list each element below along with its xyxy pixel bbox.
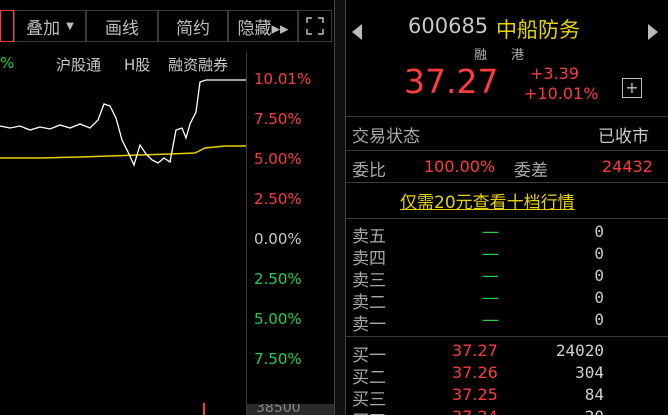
- draw-line-label: 画线: [105, 18, 139, 39]
- hide-panel-button[interactable]: 隐藏▸▸: [228, 10, 298, 42]
- quote-panel: 600685 中船防务 融 港 37.27 +3.39 +10.01% + 交易…: [346, 0, 668, 415]
- order-ratio-label: 委比: [352, 161, 386, 181]
- panel-divider[interactable]: [334, 0, 346, 415]
- sell-level-volume: 0: [594, 266, 604, 285]
- volume-scale-label: 38500: [256, 404, 301, 415]
- buy-level-volume: 24020: [555, 341, 604, 360]
- volume-bar: [203, 403, 205, 415]
- sell-level-volume: 0: [594, 244, 604, 263]
- separator: [346, 336, 668, 337]
- buy-level-volume: 84: [584, 385, 604, 404]
- trade-status-label: 交易状态: [352, 127, 420, 147]
- overlay-label: 叠加: [26, 18, 61, 39]
- sell-level-volume: 0: [594, 310, 604, 329]
- separator: [346, 116, 668, 117]
- buy-level-price: 37.25: [452, 385, 498, 404]
- triangle-left-icon: [352, 24, 362, 40]
- buy-level-label: 买四: [352, 407, 386, 415]
- triangle-right-icon: [648, 24, 658, 40]
- buy-level-row-clipped: 买四 37.24 20: [346, 405, 668, 415]
- buy-level-price: 37.26: [452, 363, 498, 382]
- scale-label: 0.00%: [254, 230, 302, 248]
- overlay-button[interactable]: 叠加 ▼: [14, 10, 86, 42]
- sell-level-price: —: [482, 310, 499, 330]
- sell-level-volume: 0: [594, 288, 604, 307]
- chevron-down-icon: ▼: [66, 20, 74, 32]
- volume-scale-box: 38500: [246, 404, 334, 415]
- buy-level-price: 37.27: [452, 341, 498, 360]
- separator: [346, 218, 668, 219]
- scale-label: 2.50%: [254, 190, 302, 208]
- trade-status-value: 已收市: [598, 127, 649, 147]
- scale-label: 7.50%: [254, 110, 302, 128]
- connect-badge: 港: [511, 48, 525, 63]
- draw-line-button[interactable]: 画线: [86, 10, 158, 42]
- scale-label: 7.50%: [254, 350, 302, 368]
- level2-promo-link[interactable]: 仅需20元查看十档行情: [400, 188, 575, 213]
- simple-mode-button[interactable]: 简约: [158, 10, 228, 42]
- scale-label: 5.00%: [254, 310, 302, 328]
- sell-level-price: —: [482, 288, 499, 308]
- hide-panel-label: 隐藏▸▸: [237, 18, 289, 39]
- order-diff-label: 委差: [514, 161, 548, 181]
- sell-level-price: —: [482, 222, 499, 242]
- order-diff-value: 24432: [602, 157, 653, 176]
- buy-level-price: 37.24: [452, 407, 498, 415]
- margin-badge: 融: [474, 48, 488, 63]
- scale-separator: [246, 52, 247, 415]
- order-ratio-value: 100.00%: [424, 157, 496, 176]
- buy-level-volume: 20: [542, 407, 604, 415]
- scale-label: 10.01%: [254, 70, 312, 88]
- buy-level-volume: 304: [575, 363, 604, 382]
- add-watchlist-button[interactable]: +: [622, 78, 642, 98]
- intraday-chart[interactable]: 10.01% 7.50% 5.00% 2.50% 0.00% 2.50% 5.0…: [0, 70, 334, 415]
- sell-level-price: —: [482, 244, 499, 264]
- toolbar-left-edge-button[interactable]: [0, 10, 14, 42]
- chart-toolbar: 叠加 ▼ 画线 简约 隐藏▸▸: [0, 10, 334, 42]
- sell-level-volume: 0: [594, 222, 604, 241]
- sell-level-price: —: [482, 266, 499, 286]
- simple-mode-label: 简约: [176, 18, 210, 39]
- stock-code: 600685: [408, 14, 489, 38]
- prev-stock-button[interactable]: [350, 22, 366, 42]
- last-price: 37.27: [404, 62, 499, 101]
- plus-icon: +: [625, 78, 639, 97]
- price-line: [0, 79, 246, 167]
- separator: [346, 182, 668, 183]
- price-change-pct: +10.01%: [524, 84, 599, 103]
- separator: [346, 150, 668, 151]
- sell-level-label: 卖一: [352, 315, 386, 335]
- average-price-line: [0, 145, 246, 159]
- next-stock-button[interactable]: [646, 22, 662, 42]
- price-change: +3.39: [530, 64, 580, 83]
- intraday-plot: [0, 79, 246, 415]
- expand-button[interactable]: [298, 10, 332, 42]
- expand-icon: [306, 17, 324, 35]
- stock-name: 中船防务: [496, 18, 580, 42]
- scale-label: 5.00%: [254, 150, 302, 168]
- scale-label: 2.50%: [254, 270, 302, 288]
